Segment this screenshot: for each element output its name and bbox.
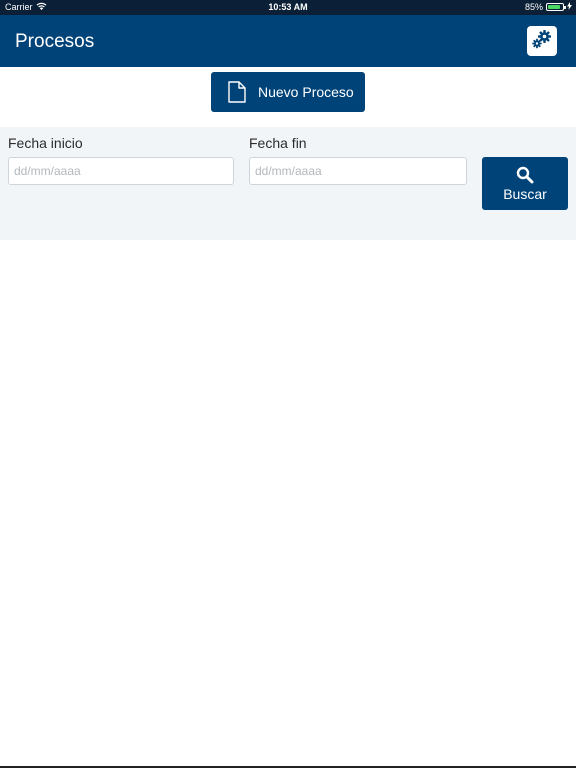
charging-icon xyxy=(567,2,572,12)
status-time: 10:53 AM xyxy=(268,2,308,12)
search-button[interactable]: Buscar xyxy=(482,157,568,210)
search-label: Buscar xyxy=(503,185,547,202)
battery-icon xyxy=(546,3,566,11)
new-process-button[interactable]: Nuevo Proceso xyxy=(211,72,365,112)
gears-icon xyxy=(531,28,553,55)
filter-panel: Fecha inicio Fecha fin Buscar xyxy=(0,127,576,240)
battery-nub xyxy=(564,6,566,9)
status-right: 85% xyxy=(525,2,572,12)
status-bar: Carrier 10:53 AM 85% xyxy=(0,0,576,15)
page-title: Procesos xyxy=(15,31,95,52)
end-date-label: Fecha fin xyxy=(249,135,307,151)
battery-fill xyxy=(548,5,560,9)
settings-button[interactable] xyxy=(527,26,557,56)
end-date-input[interactable] xyxy=(249,157,467,185)
new-process-label: Nuevo Proceso xyxy=(258,84,354,100)
nav-bar: Procesos xyxy=(0,15,576,67)
start-date-input[interactable] xyxy=(8,157,234,185)
search-icon xyxy=(516,166,534,184)
document-icon xyxy=(228,81,246,103)
start-date-label: Fecha inicio xyxy=(8,135,83,151)
battery-percent: 85% xyxy=(524,2,543,12)
